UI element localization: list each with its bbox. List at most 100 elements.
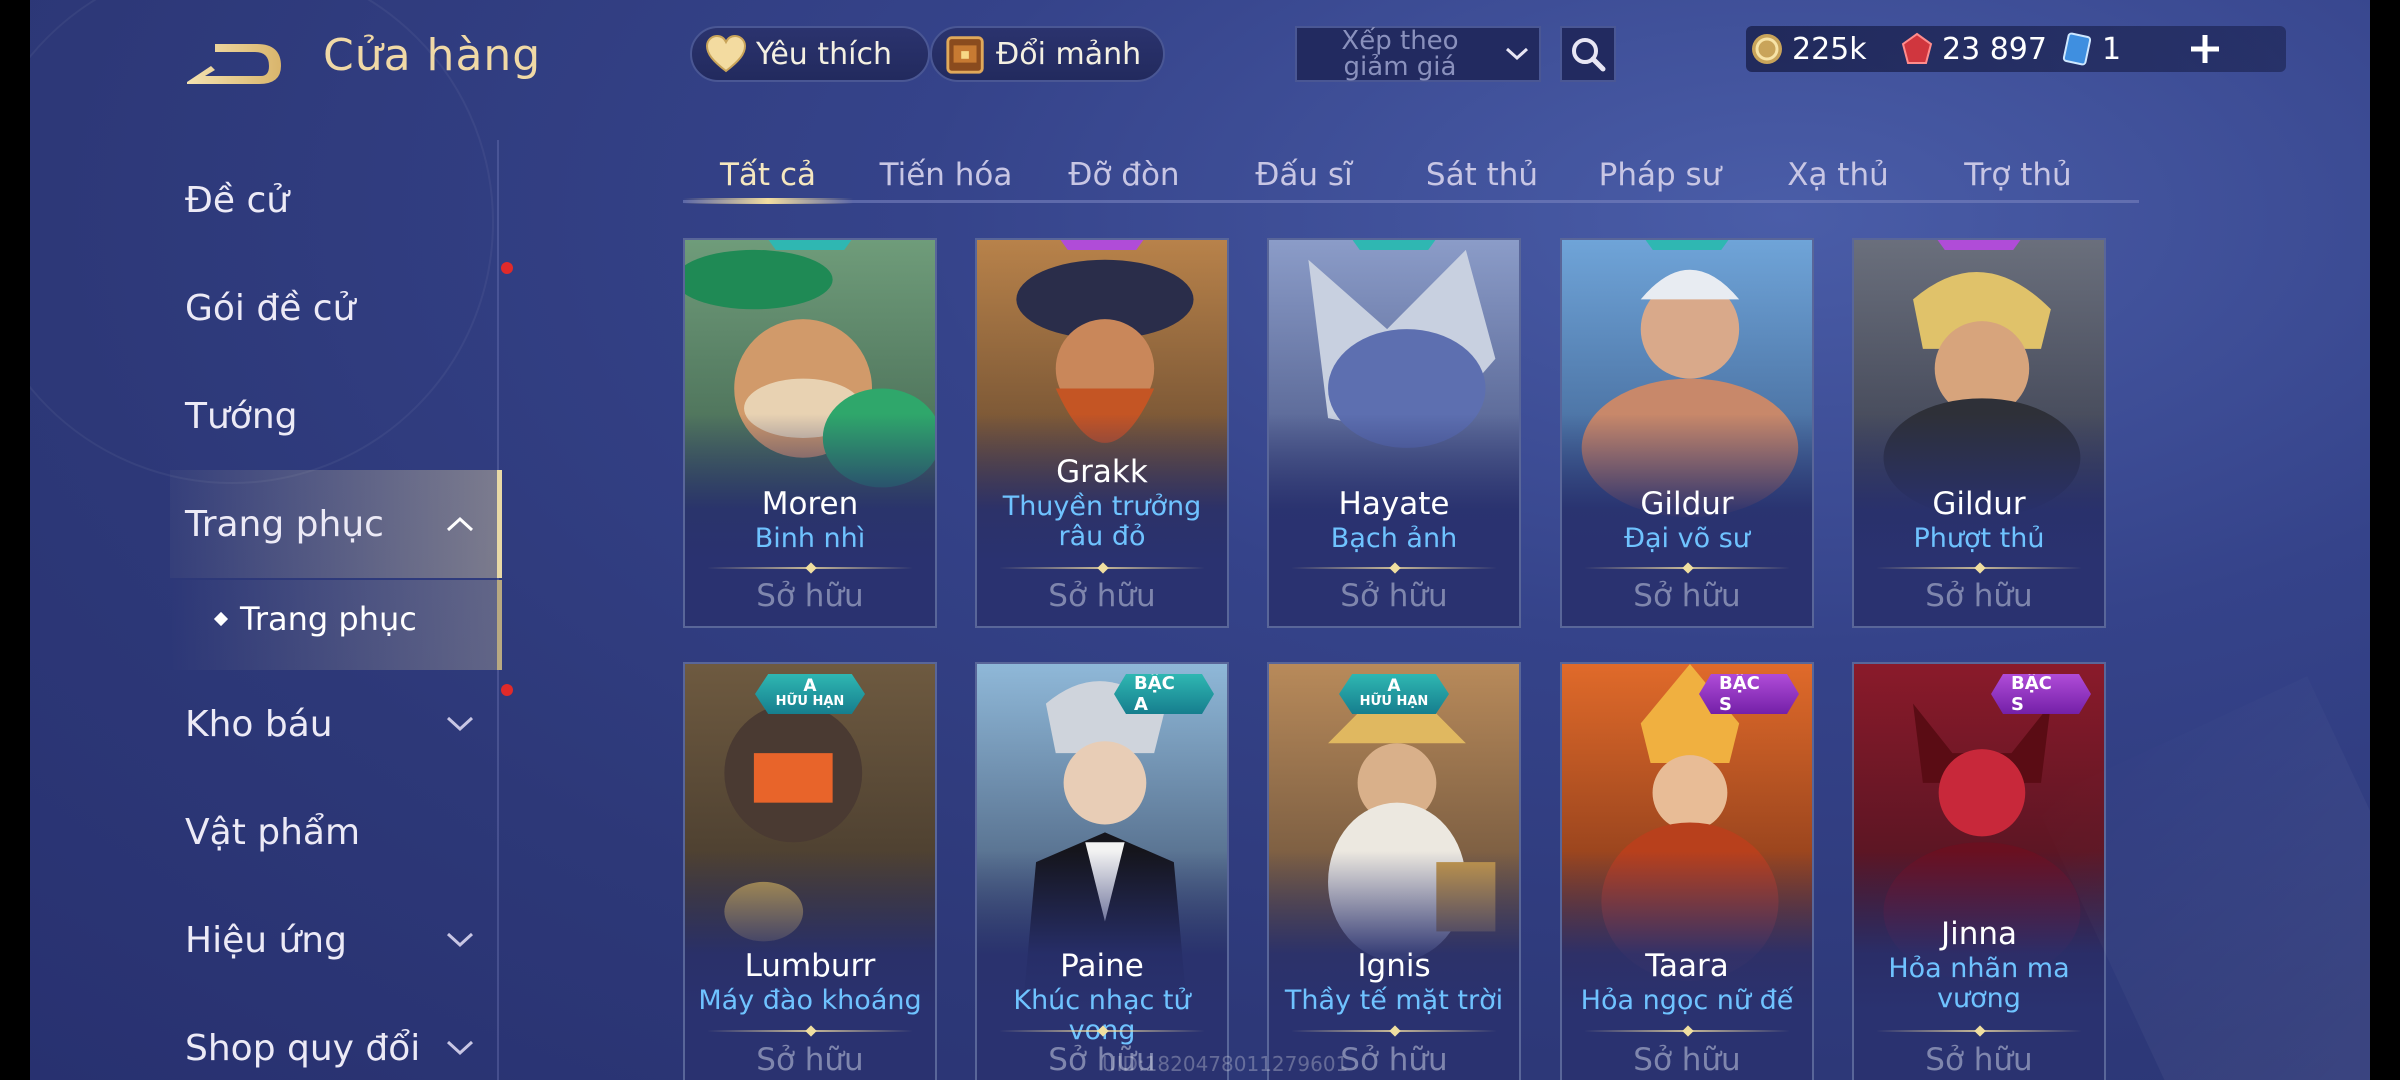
sidebar-item-label: Shop quy đổi xyxy=(185,1027,421,1069)
skin-name: Hỏa nhãn ma vương xyxy=(1888,953,2070,1014)
tier-badge xyxy=(1642,240,1732,250)
sidebar-item-exchange-shop[interactable]: Shop quy đổi xyxy=(185,1008,420,1080)
tier-badge: BẬC S xyxy=(1699,674,1799,714)
sidebar-subitem-label: Trang phục xyxy=(240,600,417,638)
tier-badge: BẬC S xyxy=(1991,674,2091,714)
sidebar-item-label: Đề cử xyxy=(185,179,290,221)
sort-label: Xếp theo giảm giá xyxy=(1341,26,1459,82)
exchange-fragment-button[interactable]: Đổi mảnh xyxy=(930,26,1165,82)
tab-fighter[interactable]: Đấu sĩ xyxy=(1219,145,1389,205)
owned-status: Sở hữu xyxy=(1925,1042,2033,1078)
plus-icon xyxy=(2191,35,2219,63)
gold-coin-icon xyxy=(1752,34,1782,64)
sidebar-subitem-skins[interactable]: Trang phục xyxy=(216,600,417,638)
fragment-chest-icon xyxy=(944,32,988,76)
search-button[interactable] xyxy=(1560,26,1616,82)
page-title: Cửa hàng xyxy=(323,30,542,81)
badge-limited-label: HỮU HẠN xyxy=(775,694,845,709)
skin-name: Máy đào khoáng xyxy=(698,985,922,1016)
tier-badge xyxy=(1349,240,1439,250)
skin-name: Binh nhì xyxy=(754,523,866,554)
notification-dot xyxy=(501,684,513,696)
tab-assassin[interactable]: Sát thủ xyxy=(1397,145,1567,205)
tab-marksman[interactable]: Xạ thủ xyxy=(1753,145,1923,205)
hero-name: Moren xyxy=(761,486,859,522)
skin-card[interactable]: A HỮU HẠN Lumburr Máy đào khoáng Sở hữu xyxy=(683,662,937,1080)
skin-card[interactable]: Moren Binh nhì Sở hữu xyxy=(683,238,937,628)
voucher-amount: 1 xyxy=(2102,31,2122,67)
sidebar-item-items[interactable]: Vật phẩm xyxy=(185,792,360,872)
sidebar-item-effects[interactable]: Hiệu ứng xyxy=(185,900,347,980)
shop-screen: Cửa hàng Yêu thích Đổi mảnh Xếp theo giả… xyxy=(30,0,2370,1080)
role-tabs: Tất cả Tiến hóa Đỡ đòn Đấu sĩ Sát thủ Ph… xyxy=(683,145,2139,205)
favorite-label: Yêu thích xyxy=(756,36,892,72)
skin-card[interactable]: BẬC S Taara Hỏa ngọc nữ đế Sở hữu xyxy=(1560,662,1814,1080)
owned-status: Sở hữu xyxy=(1633,1042,1741,1078)
skin-name: Đại võ sư xyxy=(1624,523,1750,554)
favorite-button[interactable]: Yêu thích xyxy=(690,26,930,82)
sidebar-item-skins[interactable]: Trang phục xyxy=(185,484,384,564)
ruby-balance: 23 897 xyxy=(1900,26,2047,72)
badge-tier-letter: A xyxy=(1387,676,1401,696)
tab-underline xyxy=(683,200,2139,203)
skin-name: Thầy tế mặt trời xyxy=(1284,985,1504,1016)
sort-dropdown[interactable]: Xếp theo giảm giá xyxy=(1295,26,1541,82)
skin-card[interactable]: Hayate Bạch ảnh Sở hữu xyxy=(1267,238,1521,628)
tier-badge xyxy=(765,240,855,250)
tab-tank[interactable]: Đỡ đòn xyxy=(1039,145,1209,205)
fragment-label: Đổi mảnh xyxy=(996,36,1142,72)
owned-status: Sở hữu xyxy=(1925,578,2033,614)
chevron-down-icon xyxy=(1495,46,1539,62)
sidebar-item-label: Hiệu ứng xyxy=(185,919,347,961)
back-button[interactable] xyxy=(185,36,295,88)
chevron-down-icon xyxy=(445,925,475,955)
back-arrow-icon xyxy=(187,44,281,84)
hero-name: Jinna xyxy=(1940,916,2018,952)
owned-status: Sở hữu xyxy=(1340,578,1448,614)
skin-name: Bạch ảnh xyxy=(1330,523,1458,554)
owned-status: Sở hữu xyxy=(756,1042,864,1078)
skin-card[interactable]: Grakk Thuyền trưởng râu đỏ Sở hữu xyxy=(975,238,1229,628)
hero-name: Taara xyxy=(1645,948,1729,984)
tier-badge xyxy=(1057,240,1147,250)
skin-name: Phượt thủ xyxy=(1913,523,2045,554)
hero-name: Ignis xyxy=(1357,948,1431,984)
tab-evolution[interactable]: Tiến hóa xyxy=(861,145,1031,205)
skin-name: Thuyền trưởng râu đỏ xyxy=(1002,491,1202,552)
hero-name: Lumburr xyxy=(744,948,876,984)
sidebar-item-treasure[interactable]: Kho báu xyxy=(185,684,513,764)
tab-all[interactable]: Tất cả xyxy=(683,145,853,205)
sidebar-item-recommended[interactable]: Đề cử xyxy=(185,160,289,240)
voucher-balance: 1 xyxy=(2060,26,2121,72)
sidebar-item-recommended-packs[interactable]: Gói đề cử xyxy=(185,262,513,348)
skin-card[interactable]: BẬC A Paine Khúc nhạc tử vong Sở hữu xyxy=(975,662,1229,1080)
sidebar-item-label: Trang phục xyxy=(185,503,384,545)
gold-amount: 225k xyxy=(1792,31,1867,67)
hero-name: Hayate xyxy=(1338,486,1450,522)
skin-card[interactable]: A HỮU HẠN Ignis Thầy tế mặt trời Sở hữu xyxy=(1267,662,1521,1080)
skin-card[interactable]: Gildur Phượt thủ Sở hữu xyxy=(1852,238,2106,628)
heart-icon xyxy=(704,32,748,76)
sidebar-item-heroes[interactable]: Tướng xyxy=(185,376,298,456)
skin-card[interactable]: BẬC S Jinna Hỏa nhãn ma vương Sở hữu xyxy=(1852,662,2106,1080)
hero-name: Gildur xyxy=(1932,486,2026,522)
skin-card[interactable]: Gildur Đại võ sư Sở hữu xyxy=(1560,238,1814,628)
tab-mage[interactable]: Pháp sư xyxy=(1575,145,1745,205)
owned-status: Sở hữu xyxy=(1048,578,1156,614)
search-icon xyxy=(1572,38,1606,72)
tab-support[interactable]: Trợ thủ xyxy=(1933,145,2103,205)
ruby-gem-icon xyxy=(1901,32,1933,64)
tier-badge xyxy=(1934,240,2024,250)
tier-badge: A HỮU HẠN xyxy=(1339,674,1449,714)
tier-badge: A HỮU HẠN xyxy=(755,674,865,714)
chevron-down-icon xyxy=(445,1033,475,1063)
skin-name: Hỏa ngọc nữ đế xyxy=(1580,985,1794,1016)
badge-tier-letter: A xyxy=(803,676,817,696)
tier-badge: BẬC A xyxy=(1114,674,1214,714)
add-currency-button[interactable] xyxy=(2182,26,2228,72)
uid-watermark: UID:1820478011279601 xyxy=(1102,1052,1349,1076)
hero-name: Paine xyxy=(1060,948,1144,984)
skin-name: Khúc nhạc tử vong xyxy=(1013,985,1191,1046)
sidebar-item-label: Kho báu xyxy=(185,703,333,745)
chevron-down-icon xyxy=(445,709,475,739)
